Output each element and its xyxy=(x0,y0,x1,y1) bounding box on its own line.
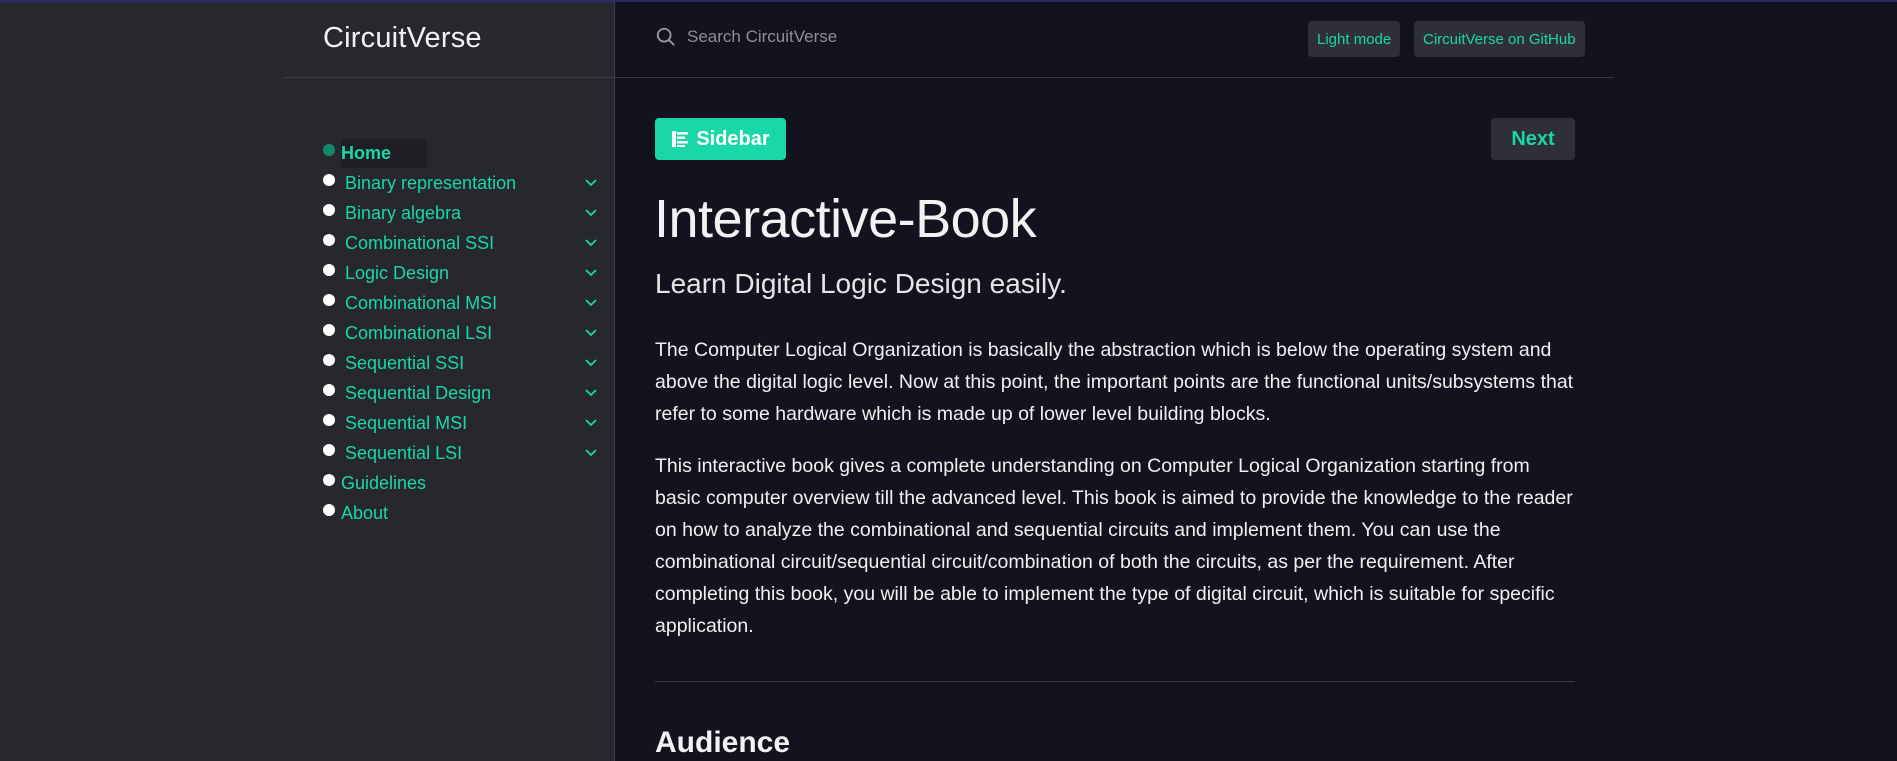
align-left-icon xyxy=(672,131,689,147)
intro-paragraph: The Computer Logical Organization is bas… xyxy=(655,339,1574,425)
chevron-down-icon[interactable] xyxy=(584,328,598,338)
sidebar-item-combinational-lsi[interactable]: Combinational LSI xyxy=(322,318,604,348)
radio-bullet xyxy=(323,324,335,336)
section-divider xyxy=(655,681,1575,682)
sidebar-item-binary-representation[interactable]: Binary representation xyxy=(322,168,604,198)
sidebar-item-sequential-lsi[interactable]: Sequential LSI xyxy=(322,438,604,468)
sidebar-item-label: Sequential MSI xyxy=(345,412,468,433)
sidebar-item-about[interactable]: About xyxy=(322,498,604,528)
sidebar-item-sequential-ssi[interactable]: Sequential SSI xyxy=(322,348,604,378)
light-mode-button[interactable]: Light mode xyxy=(1308,21,1401,57)
active-bullet xyxy=(323,144,335,156)
sidebar-item-label: About xyxy=(341,502,389,523)
chevron-down-icon[interactable] xyxy=(584,358,598,368)
sidebar-item-label: Sequential LSI xyxy=(345,442,463,463)
sidebar-item-label: Sequential Design xyxy=(345,382,492,403)
sidebar-item-label: Guidelines xyxy=(341,472,427,493)
page-subtitle: Learn Digital Logic Design easily. xyxy=(655,268,1067,299)
radio-bullet xyxy=(323,474,335,486)
radio-bullet xyxy=(323,264,335,276)
sidebar-toggle-button[interactable]: Sidebar xyxy=(655,118,786,160)
sidebar-item-label: Combinational MSI xyxy=(345,292,498,313)
radio-bullet xyxy=(323,354,335,366)
page-title: Interactive-Book xyxy=(654,189,1037,249)
radio-bullet xyxy=(323,174,335,186)
sidebar-item-combinational-msi[interactable]: Combinational MSI xyxy=(322,288,604,318)
sidebar-item-home[interactable]: Home xyxy=(322,138,604,168)
radio-bullet xyxy=(323,234,335,246)
sidebar-item-label: Home xyxy=(341,138,428,168)
sidebar-border xyxy=(614,2,615,761)
next-button[interactable]: Next xyxy=(1491,118,1575,160)
description-paragraph: This interactive book gives a complete u… xyxy=(655,455,1573,637)
chevron-down-icon[interactable] xyxy=(584,268,598,278)
chevron-down-icon[interactable] xyxy=(584,238,598,248)
sidebar-item-binary-algebra[interactable]: Binary algebra xyxy=(322,198,604,228)
radio-bullet xyxy=(323,384,335,396)
radio-bullet xyxy=(323,204,335,216)
sidebar-nav: Home Binary representation Binary algebr… xyxy=(322,138,604,528)
header-divider xyxy=(283,77,1614,78)
sidebar-item-label: Combinational LSI xyxy=(345,322,493,343)
sidebar-item-label: Logic Design xyxy=(345,262,450,283)
chevron-down-icon[interactable] xyxy=(584,178,598,188)
search-icon xyxy=(656,27,675,46)
radio-bullet xyxy=(323,444,335,456)
radio-bullet xyxy=(323,294,335,306)
sidebar-item-label: Sequential SSI xyxy=(345,352,465,373)
sidebar-item-label: Binary representation xyxy=(345,172,517,193)
sidebar-item-sequential-design[interactable]: Sequential Design xyxy=(322,378,604,408)
chevron-down-icon[interactable] xyxy=(584,208,598,218)
sidebar-button-label: Sidebar xyxy=(696,127,770,150)
sidebar-item-combinational-ssi[interactable]: Combinational SSI xyxy=(322,228,604,258)
section-heading-audience: Audience xyxy=(655,726,791,759)
sidebar-item-label: Combinational SSI xyxy=(345,232,495,253)
sidebar-item-logic-design[interactable]: Logic Design xyxy=(322,258,604,288)
radio-bullet xyxy=(323,504,335,516)
sidebar-item-label: Binary algebra xyxy=(345,202,462,223)
search-bar[interactable]: Search CircuitVerse xyxy=(655,26,837,48)
chevron-down-icon[interactable] xyxy=(584,388,598,398)
sidebar-item-guidelines[interactable]: Guidelines xyxy=(322,468,604,498)
search-input[interactable]: Search CircuitVerse xyxy=(687,27,837,47)
github-button[interactable]: CircuitVerse on GitHub xyxy=(1414,21,1585,57)
sidebar-item-sequential-msi[interactable]: Sequential MSI xyxy=(322,408,604,438)
chevron-down-icon[interactable] xyxy=(584,448,598,458)
brand-logo[interactable]: CircuitVerse xyxy=(323,22,482,55)
chevron-down-icon[interactable] xyxy=(584,418,598,428)
chevron-down-icon[interactable] xyxy=(584,298,598,308)
radio-bullet xyxy=(323,414,335,426)
